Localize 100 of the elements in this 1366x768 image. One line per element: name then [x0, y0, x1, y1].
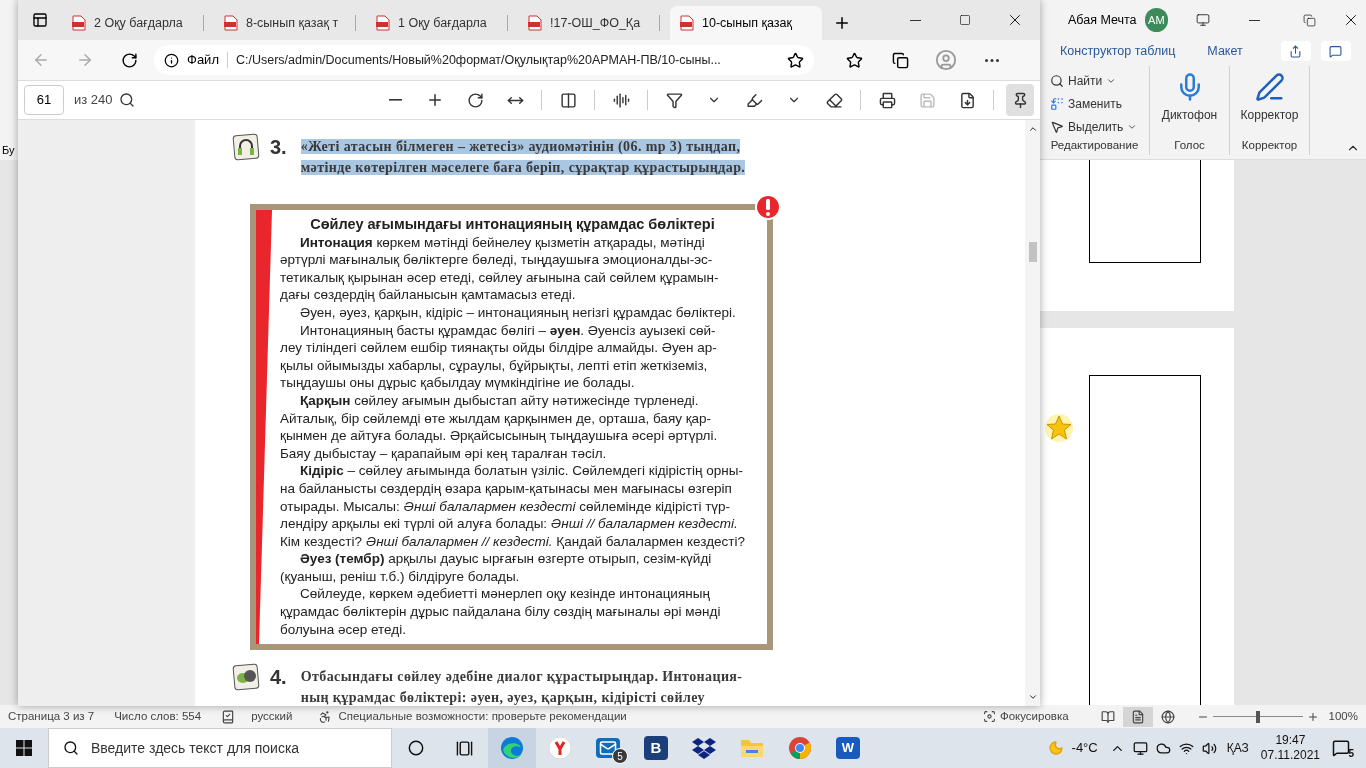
clock-date[interactable]: 07.11.2021: [1260, 748, 1320, 763]
tabs-icon: [32, 12, 48, 28]
ribbon-tab[interactable]: Конструктор таблиц: [1060, 41, 1176, 61]
browser-tab[interactable]: 10-сынып қазақ: [670, 6, 822, 40]
minus-icon: [388, 99, 402, 101]
zoom-slider[interactable]: [1212, 710, 1303, 723]
notifications-icon[interactable]: [1332, 739, 1350, 757]
scroll-down-icon[interactable]: [1027, 692, 1038, 702]
zoom-slider-thumb[interactable]: [1255, 710, 1260, 723]
pen-icon: [1254, 72, 1285, 102]
headphones-icon: [232, 132, 262, 162]
share-button[interactable]: [1280, 41, 1311, 61]
input-language[interactable]: ҚАЗ: [1226, 739, 1249, 757]
exercise-number: 4.: [270, 666, 287, 689]
accessibility-status[interactable]: Специальные возможности: проверьте рекомендации: [338, 707, 627, 726]
edge-logo-icon: [500, 736, 524, 760]
replace-icon: [1050, 96, 1064, 111]
star-icon: [1044, 413, 1074, 443]
info-icon: [164, 52, 179, 68]
share-icon: [1289, 44, 1303, 58]
printer-icon: [878, 91, 896, 109]
address-url: C:/Users/admin/Documents/Новый%20формат/Оқулықтар%20АРМАН-ПВ/10-сыны...: [235, 51, 721, 69]
mail-badge: 5: [612, 748, 628, 764]
draw-icon: [665, 91, 683, 109]
volume-icon[interactable]: [1201, 740, 1217, 756]
add-favorite-icon[interactable]: [787, 51, 804, 69]
notification-count: 5: [1348, 747, 1354, 761]
task-view-icon: [455, 739, 473, 757]
booking-app-icon: B: [644, 736, 668, 760]
minimize-icon: [1248, 19, 1260, 21]
collections-icon: [891, 51, 909, 69]
user-avatar[interactable]: AM: [1144, 8, 1169, 32]
ribbon-group-label: Голос: [1174, 137, 1205, 153]
browser-tab[interactable]: 2 Оқу бағдарла: [62, 6, 214, 40]
globe-icon: [1160, 709, 1175, 724]
user-icon: [935, 49, 957, 71]
scrollbar[interactable]: [1025, 120, 1040, 706]
maximize-icon: [959, 14, 971, 26]
taskbar-app[interactable]: B: [632, 728, 680, 768]
forward-arrow-icon: [76, 51, 94, 69]
network-icon[interactable]: [1178, 740, 1194, 756]
two-page-icon: [559, 91, 577, 109]
minimize-icon: [909, 19, 921, 21]
ribbon-command[interactable]: Заменить: [1050, 93, 1149, 114]
zoom-in-icon[interactable]: [1306, 710, 1319, 723]
comment-icon: [1329, 44, 1343, 58]
editor-button[interactable]: Корректор: [1234, 66, 1305, 124]
exercise-text: Отбасындағы сөйлеу әдебіне диалог құрастырыңдар. Интонация- ның құрамдас бөліктері: әуен, әуез, қарқын, кідірісті сөйлеу: [300, 668, 743, 706]
read-aloud-icon: [612, 91, 630, 109]
scrollbar-thumb[interactable]: [1028, 242, 1037, 262]
browser-tab[interactable]: 8-сынып қазақ т: [214, 6, 366, 40]
ribbon-tab[interactable]: Макет: [1207, 41, 1243, 61]
taskbar-app[interactable]: W: [824, 728, 872, 768]
page-total: из 240: [74, 91, 113, 110]
word-count[interactable]: Число слов: 554: [114, 707, 202, 726]
weather-temperature[interactable]: -4°C: [1071, 738, 1098, 758]
note-paragraph: Интонацияның басты құрамдас бөлігі – әуен. Әуенсіз ауызекі сөй- леу тіліндегі сөйлем ешбір тиянақты ойды білдіре алмайды. Әуен ар- қылы ойымызды хабарлы, сұраулы, бұйрықты, лепті етіп жеткіземіз, тыңдаушы оны дұрыс қабылдау мүмкіндігіне ие болады.: [280, 321, 718, 392]
dictate-button[interactable]: Диктофон: [1155, 66, 1224, 124]
book-icon: [1100, 709, 1115, 724]
highlighter-icon: [745, 91, 763, 109]
note-paragraph: Әуез (тембр) арқылы дауыс ырғағын өзгерте отырып, сезім-күйді (қуаныш, реніш т.б.) білдіруге болады.: [280, 550, 713, 586]
taskbar-search-field[interactable]: Введите здесь текст для поиска: [48, 728, 392, 768]
comments-button[interactable]: [1320, 41, 1351, 61]
plus-icon: [426, 91, 444, 109]
yandex-browser-icon: [548, 736, 572, 760]
pin-toolbar-button[interactable]: [1006, 84, 1034, 116]
ribbon-command[interactable]: Найти: [1050, 70, 1149, 91]
address-scheme: Файл: [187, 51, 219, 70]
ribbon-command[interactable]: Выделить: [1050, 116, 1149, 137]
plus-icon: [833, 14, 851, 32]
page-count[interactable]: Страница 3 из 7: [8, 707, 95, 726]
speech-bubbles-icon: [232, 662, 262, 693]
scroll-up-icon[interactable]: [1027, 124, 1038, 134]
pdf-file-icon: [376, 15, 390, 31]
pdf-file-icon: [224, 15, 238, 31]
save-icon: [918, 91, 936, 109]
pointer-icon: [1050, 119, 1064, 134]
cloud-icon[interactable]: [1155, 740, 1171, 756]
taskbar-app[interactable]: 5: [584, 728, 632, 768]
clock-time[interactable]: 19:47: [1275, 733, 1306, 748]
meet-now-icon[interactable]: [1132, 740, 1148, 756]
page-icon: [1130, 709, 1145, 724]
proofing-icon[interactable]: [221, 709, 236, 724]
more-icon: [985, 58, 999, 62]
browser-tab[interactable]: !17-ОШ_ФО_Қа: [518, 6, 670, 40]
note-paragraph: Қарқын сөйлеу ағымын дыбыстап айту нәтижесінде түрленеді. Айталық, бір сөйлемді өте жылдам қарқынмен де, орташа, баяу қар- қынмен де айтуға болады. Әрқайсысының тыңдаушыға әсері әртүрлі. Баяу дыбыстау – қарапайым әрі кең таралған тәсіл.: [280, 391, 719, 463]
accessibility-icon[interactable]: [318, 709, 333, 724]
search-icon: [63, 740, 79, 756]
zoom-level[interactable]: 100%: [1328, 707, 1358, 726]
exercise-number: 3.: [270, 136, 287, 158]
language-label[interactable]: русский: [251, 707, 293, 726]
page-number-field[interactable]: 61: [24, 85, 64, 115]
view-button[interactable]: [1122, 706, 1153, 727]
address-bar[interactable]: Файл C:/Users/admin/Documents/Новый%20формат/Оқулықтар%20АРМАН-ПВ/10-сыны...: [154, 45, 814, 75]
browser-tab[interactable]: 1 Оқу бағдарла: [366, 6, 518, 40]
search-icon: [118, 92, 135, 108]
eraser-icon: [825, 91, 843, 109]
focus-mode-button[interactable]: Фокусировка: [999, 707, 1069, 726]
note-paragraph: Интонация көркем мәтінді бейнелеу қызметін атқарады, мәтінді әртүрлі мағыналық бөліктерге бөледі, тыңдаушыға эмоционалды-эс- тетикалық қырынан әсер етеді, сөйлеу ағынына сай сөйлем құрамын- дағы сөздердің байланысын қамтамасыз етеді.: [280, 233, 720, 304]
focus-icon[interactable]: [982, 710, 996, 723]
